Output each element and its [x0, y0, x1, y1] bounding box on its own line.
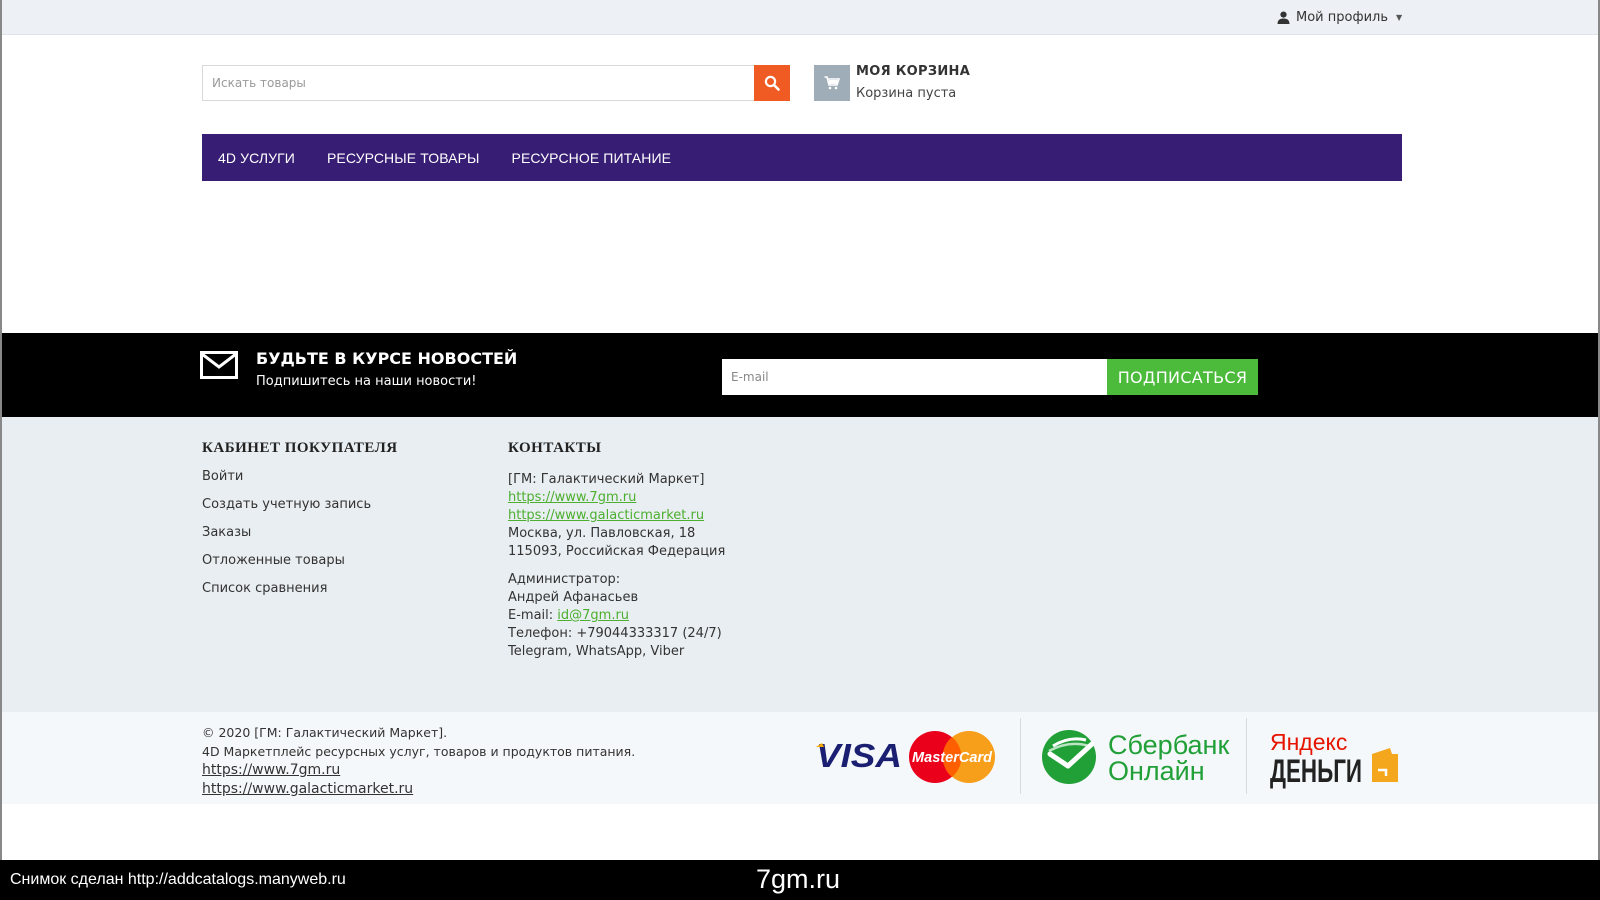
contacts-section-title: КОНТАКТЫ [508, 440, 602, 456]
account-section-title: КАБИНЕТ ПОКУПАТЕЛЯ [202, 440, 398, 456]
site-description: 4D Маркетплейс ресурсных услуг, товаров … [202, 743, 636, 759]
payment-divider-2 [1246, 718, 1247, 794]
search-bar [202, 65, 790, 101]
nav-item-resource-goods[interactable]: РЕСУРСНЫЕ ТОВАРЫ [327, 150, 480, 166]
visa-logo: VISA [816, 738, 902, 772]
cart-status: Корзина пуста [856, 86, 957, 101]
search-input[interactable] [203, 66, 754, 100]
phone-text: Телефон: +79044333317 (24/7) [508, 626, 722, 641]
bottom-bar: © 2020 [ГМ: Галактический Маркет]. 4D Ма… [2, 712, 1598, 804]
copyright-block: © 2020 [ГМ: Галактический Маркет]. 4D Ма… [202, 724, 635, 798]
wishlist-link[interactable]: Отложенные товары [202, 553, 371, 581]
search-icon [764, 75, 780, 91]
orders-link[interactable]: Заказы [202, 525, 371, 553]
dengi-text: ДЕНЬГИ [1270, 753, 1362, 789]
envelope-icon [200, 351, 238, 379]
cart-button[interactable] [814, 65, 850, 101]
admin-email-link[interactable]: id@7gm.ru [557, 608, 629, 623]
top-bar: Мой профиль ▼ [2, 0, 1598, 35]
payment-divider [1020, 718, 1021, 794]
mastercard-text: MasterCard [912, 749, 993, 766]
caption-center-text: 7gm.ru [756, 864, 841, 894]
search-button[interactable] [754, 65, 790, 101]
visa-text: VISA [816, 738, 902, 772]
newsletter-title: БУДЬТЕ В КУРСЕ НОВОСТЕЙ [256, 349, 518, 368]
screenshot-caption-bar: Снимок сделан http://addcatalogs.manyweb… [0, 860, 1600, 900]
user-icon [1277, 11, 1290, 24]
newsletter-section: БУДЬТЕ В КУРСЕ НОВОСТЕЙ Подпишитесь на н… [2, 333, 1598, 417]
address-street: Москва, ул. Павловская, 18 [508, 526, 696, 541]
caret-down-icon: ▼ [1396, 13, 1403, 22]
site-link-7gm[interactable]: https://www.7gm.ru [508, 490, 636, 505]
compare-list-link[interactable]: Список сравнения [202, 581, 371, 609]
admin-name: Андрей Афанасьев [508, 590, 639, 605]
company-name: [ГМ: Галактический Маркет] [508, 472, 705, 487]
sberbank-logo: Сбербанк Онлайн [1042, 730, 1229, 786]
profile-menu[interactable]: Мой профиль ▼ [1277, 10, 1402, 25]
email-label: E-mail: [508, 608, 554, 623]
nav-item-resource-food[interactable]: РЕСУРСНОЕ ПИТАНИЕ [512, 150, 672, 166]
caption-left-text: Снимок сделан http://addcatalogs.manyweb… [10, 871, 346, 888]
subscribe-button[interactable]: ПОДПИСАТЬСЯ [1107, 359, 1258, 395]
address-city: 115093, Российская Федерация [508, 544, 726, 559]
bottom-link-7gm[interactable]: https://www.7gm.ru [202, 761, 635, 780]
account-links: Войти Создать учетную запись Заказы Отло… [202, 469, 371, 609]
page: Мой профиль ▼ МОЯ КОРЗИНА Корзина пуста … [0, 0, 1600, 900]
newsletter-subtitle: Подпишитесь на наши новости! [256, 374, 477, 389]
sberbank-text-2: Онлайн [1108, 756, 1205, 786]
register-link[interactable]: Создать учетную запись [202, 497, 371, 525]
cart-icon [824, 76, 840, 90]
mastercard-logo: MasterCard [909, 731, 995, 783]
site-link-galacticmarket[interactable]: https://www.galacticmarket.ru [508, 508, 704, 523]
messengers-text: Telegram, WhatsApp, Viber [508, 644, 685, 659]
footer: КАБИНЕТ ПОКУПАТЕЛЯ Войти Создать учетную… [2, 417, 1598, 712]
nav-item-4d-services[interactable]: 4D УСЛУГИ [218, 150, 295, 166]
profile-label: Мой профиль [1296, 10, 1388, 25]
yandex-text: Яндекс [1270, 729, 1347, 755]
main-nav: 4D УСЛУГИ РЕСУРСНЫЕ ТОВАРЫ РЕСУРСНОЕ ПИТ… [202, 134, 1402, 181]
copyright-text: © 2020 [ГМ: Галактический Маркет]. [202, 725, 448, 740]
cart-title[interactable]: МОЯ КОРЗИНА [856, 64, 970, 79]
contacts-block: [ГМ: Галактический Маркет] https://www.7… [508, 471, 725, 661]
admin-label: Администратор: [508, 572, 621, 587]
bottom-link-galacticmarket[interactable]: https://www.galacticmarket.ru [202, 780, 635, 799]
yandex-money-logo: Яндекс ДЕНЬГИ [1270, 729, 1398, 789]
newsletter-email-input[interactable] [722, 359, 1108, 395]
login-link[interactable]: Войти [202, 469, 371, 497]
